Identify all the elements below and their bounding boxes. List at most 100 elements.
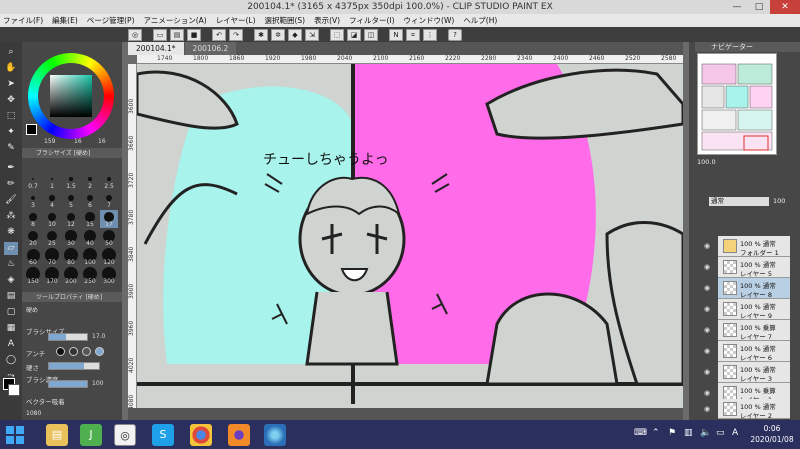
help-button[interactable]: ? bbox=[448, 28, 462, 41]
drawing-canvas[interactable]: チューしちゃうよっ bbox=[137, 64, 683, 408]
navigator-thumbnail[interactable] bbox=[697, 53, 777, 155]
menu-animation[interactable]: アニメーション(A) bbox=[144, 15, 207, 26]
pen-tool-icon[interactable]: ✒ bbox=[4, 162, 18, 175]
firefox-icon[interactable] bbox=[228, 424, 250, 446]
brush-size-option[interactable]: 2.5 bbox=[100, 172, 118, 190]
menu-help[interactable]: ヘルプ(H) bbox=[463, 15, 497, 26]
hand-tool-icon[interactable]: ✋ bbox=[4, 62, 18, 75]
zoom-tool-icon[interactable]: ⌕ bbox=[4, 46, 18, 59]
undo-icon[interactable]: ↶ bbox=[212, 28, 226, 41]
brush-size-option[interactable]: 1.5 bbox=[62, 172, 80, 190]
layer-row[interactable]: ◉ 100 % 乗算 レイヤー 7 bbox=[704, 320, 790, 341]
decoration-icon[interactable]: ❋ bbox=[4, 226, 18, 239]
ime-indicator[interactable]: A bbox=[732, 428, 738, 438]
brush-size-option[interactable]: 40 bbox=[81, 229, 99, 247]
layer-row-selected[interactable]: ◉ 100 % 通常 レイヤー 8 bbox=[704, 278, 790, 299]
menu-selection[interactable]: 選択範囲(S) bbox=[265, 15, 306, 26]
save-icon[interactable]: ■ bbox=[187, 28, 201, 41]
sub-color-swatch[interactable] bbox=[8, 384, 20, 396]
brush-tool-icon[interactable]: 🖌 bbox=[4, 194, 18, 207]
brush-size-option[interactable]: 6 bbox=[81, 191, 99, 209]
open-icon[interactable]: ▤ bbox=[170, 28, 184, 41]
gradient-icon[interactable]: ▤ bbox=[4, 290, 18, 303]
menu-view[interactable]: 表示(V) bbox=[314, 15, 340, 26]
brush-size-option[interactable]: 20 bbox=[24, 229, 42, 247]
chrome-icon[interactable] bbox=[190, 424, 212, 446]
brush-size-option[interactable]: 10 bbox=[43, 210, 61, 228]
prop-hardness-slider[interactable] bbox=[48, 362, 100, 370]
menu-window[interactable]: ウィンドウ(W) bbox=[404, 15, 455, 26]
layer-row[interactable]: ◉ 100 % 通常 レイヤー 3 bbox=[704, 362, 790, 383]
close-button[interactable]: ✕ bbox=[770, 0, 800, 14]
frame-border-icon[interactable]: ▦ bbox=[4, 322, 18, 335]
layer-row[interactable]: ◉ 100 % 通常 レイヤー 9 bbox=[704, 299, 790, 320]
brush-size-option[interactable]: 5 bbox=[62, 191, 80, 209]
minimize-button[interactable]: — bbox=[726, 0, 748, 14]
prop-anti-alias-options[interactable] bbox=[56, 347, 108, 356]
menu-page[interactable]: ページ管理(P) bbox=[87, 15, 135, 26]
maximize-button[interactable]: □ bbox=[748, 0, 770, 14]
eye-icon[interactable]: ◉ bbox=[704, 389, 710, 397]
menu-filter[interactable]: フィルター(I) bbox=[349, 15, 394, 26]
brush-size-option[interactable]: 17 bbox=[100, 210, 118, 228]
brush-size-option[interactable]: 7 bbox=[100, 191, 118, 209]
brush-size-option[interactable]: 30 bbox=[62, 229, 80, 247]
clip-studio-icon[interactable]: ◎ bbox=[128, 28, 142, 41]
layer-row[interactable]: ◉ 100 % 通常 レイヤー 2 bbox=[704, 399, 790, 420]
foreground-color-indicator[interactable] bbox=[26, 124, 37, 135]
brush-size-option[interactable]: 15 bbox=[81, 210, 99, 228]
brush-size-option[interactable]: 1 bbox=[43, 172, 61, 190]
menu-edit[interactable]: 編集(E) bbox=[52, 15, 78, 26]
auto-select-icon[interactable]: ✦ bbox=[4, 126, 18, 139]
eye-icon[interactable]: ◉ bbox=[704, 405, 710, 413]
brush-size-option[interactable]: 25 bbox=[43, 229, 61, 247]
eye-icon[interactable]: ◉ bbox=[704, 368, 710, 376]
brush-size-option[interactable]: 3 bbox=[24, 191, 42, 209]
operation-tool-icon[interactable]: ➤ bbox=[4, 78, 18, 91]
fill-icon[interactable]: ◆ bbox=[288, 28, 302, 41]
launcher-app-icon[interactable]: J bbox=[80, 424, 102, 446]
volume-icon[interactable]: 🔈 bbox=[700, 428, 711, 438]
windows-start-icon[interactable] bbox=[6, 426, 24, 444]
eye-icon[interactable]: ◉ bbox=[704, 284, 710, 292]
new-file-icon[interactable]: ▭ bbox=[153, 28, 167, 41]
prop-brush-size-slider[interactable] bbox=[48, 333, 88, 341]
airbrush-icon[interactable]: ⁂ bbox=[4, 210, 18, 223]
menu-file[interactable]: ファイル(F) bbox=[3, 15, 43, 26]
brush-size-option[interactable]: 2 bbox=[81, 172, 99, 190]
eye-icon[interactable]: ◉ bbox=[704, 305, 710, 313]
figure-tool-icon[interactable]: ▢ bbox=[4, 306, 18, 319]
browser-globe-icon[interactable] bbox=[264, 424, 286, 446]
brush-size-option[interactable]: 170 bbox=[43, 267, 61, 285]
brush-size-option[interactable]: 100 bbox=[81, 248, 99, 266]
notification-icon[interactable]: ⚑ bbox=[668, 428, 676, 438]
layer-opacity-value[interactable]: 100 bbox=[773, 197, 785, 205]
battery-icon[interactable]: ▭ bbox=[716, 428, 725, 438]
eraser-tool-icon[interactable]: ▱ bbox=[4, 242, 18, 255]
clear-icon[interactable]: ✱ bbox=[254, 28, 268, 41]
snap-ruler-icon[interactable]: N bbox=[389, 28, 403, 41]
navigator-zoom-value[interactable]: 100.0 bbox=[697, 158, 716, 166]
brush-size-option[interactable]: 70 bbox=[43, 248, 61, 266]
brush-size-option[interactable]: 8 bbox=[24, 210, 42, 228]
transform-icon[interactable]: ⇲ bbox=[305, 28, 319, 41]
layer-row[interactable]: ◉ 100 % 通常 レイヤー 5 bbox=[704, 257, 790, 278]
brush-size-option[interactable]: 120 bbox=[100, 248, 118, 266]
brush-size-option[interactable]: 200 bbox=[62, 267, 80, 285]
brush-size-option[interactable]: 0.7 bbox=[24, 172, 42, 190]
fill-tool-icon[interactable]: ◈ bbox=[4, 274, 18, 287]
clear-outside-icon[interactable]: ✲ bbox=[271, 28, 285, 41]
deselect-icon[interactable]: ⬚ bbox=[330, 28, 344, 41]
brush-size-option[interactable]: 50 bbox=[100, 229, 118, 247]
brush-size-option[interactable]: 80 bbox=[62, 248, 80, 266]
pencil-tool-icon[interactable]: ✏ bbox=[4, 178, 18, 191]
layer-blend-mode-select[interactable]: 通常 bbox=[709, 197, 769, 206]
layer-row[interactable]: ◉ 100 % 通常 フォルダー 1 bbox=[704, 236, 790, 257]
selection-tool-icon[interactable]: ⬚ bbox=[4, 110, 18, 123]
tab-200106-2[interactable]: 200106.2 bbox=[184, 42, 237, 55]
tab-200104-1[interactable]: 200104.1* bbox=[128, 42, 184, 55]
balloon-tool-icon[interactable]: ◯ bbox=[4, 354, 18, 367]
show-selection-icon[interactable]: ◫ bbox=[364, 28, 378, 41]
move-layer-icon[interactable]: ✥ bbox=[4, 94, 18, 107]
redo-icon[interactable]: ↷ bbox=[229, 28, 243, 41]
